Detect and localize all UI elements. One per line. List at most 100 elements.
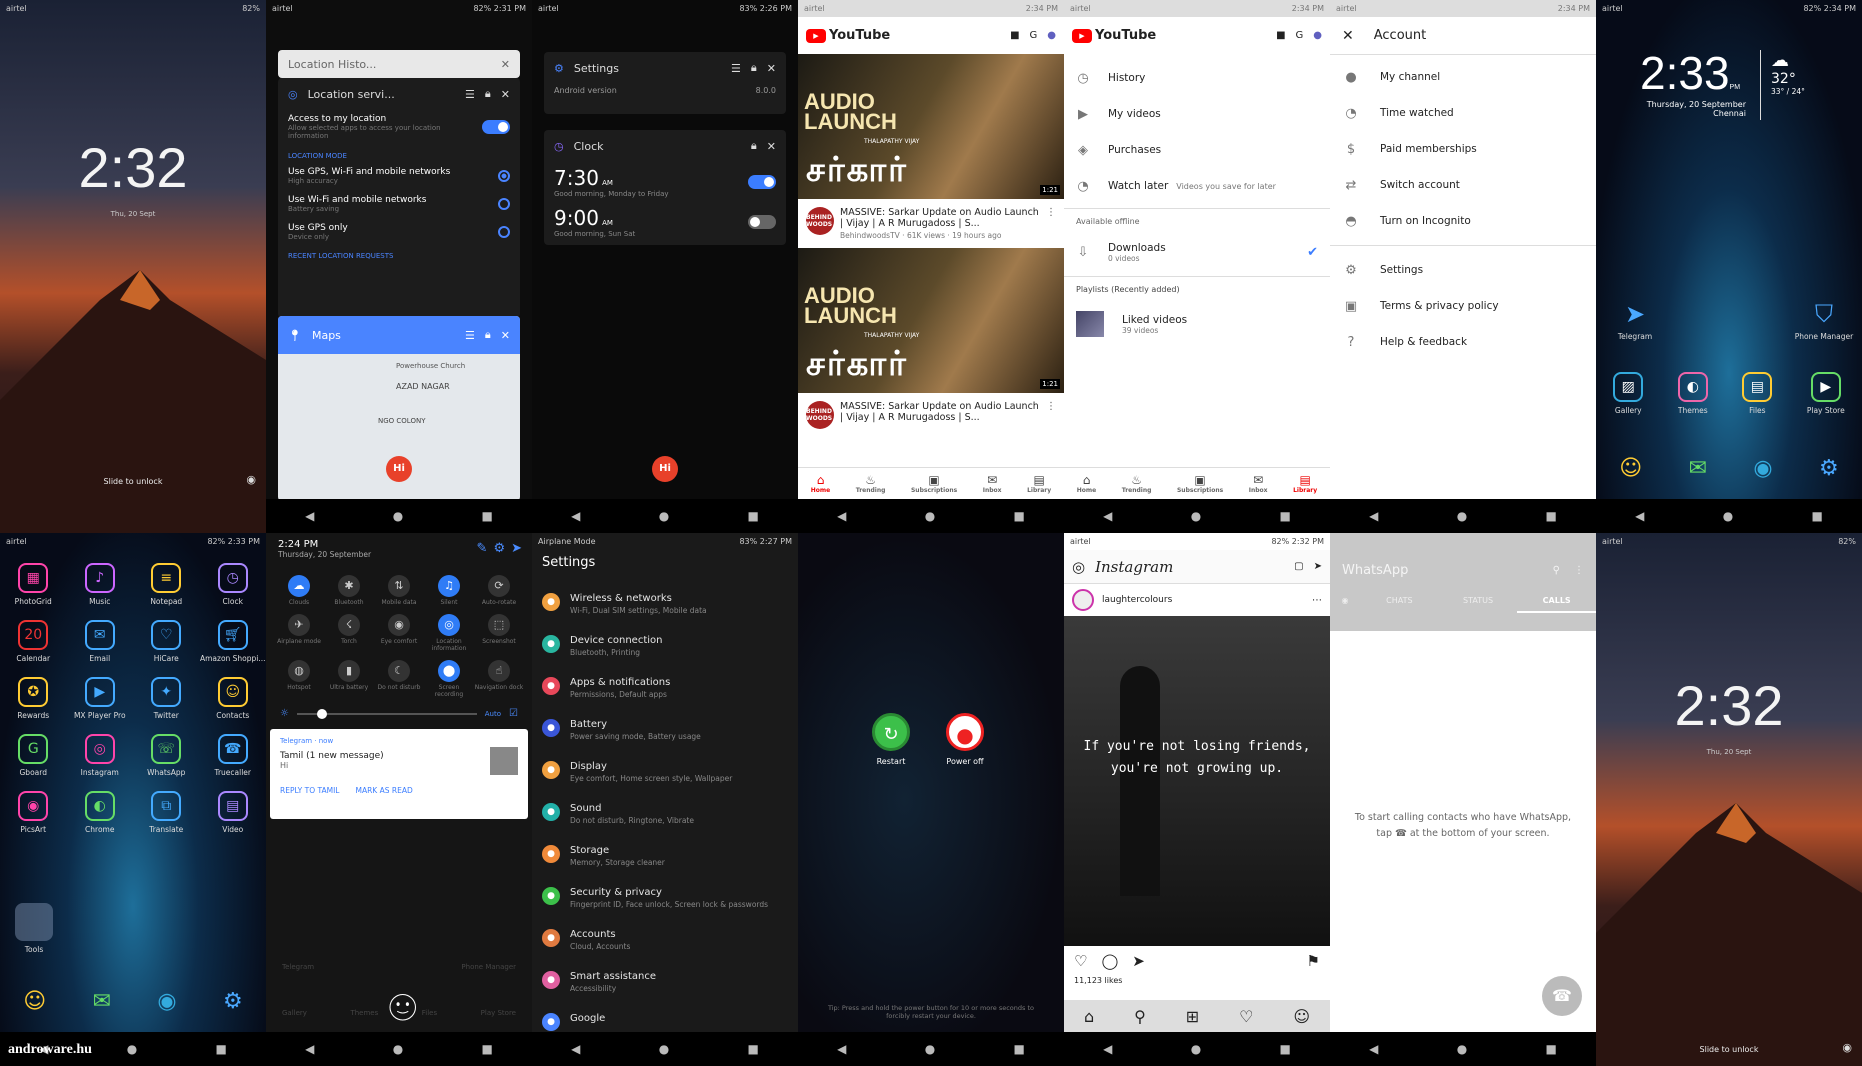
lib-liked[interactable]: Liked videos 39 videos bbox=[1064, 302, 1330, 346]
incognito[interactable]: ◓ Turn on Incognito bbox=[1330, 203, 1596, 239]
video-thumbnail-1[interactable]: AUDIO LAUNCH THALAPATHY VIJAY சர்கார் 1:21 bbox=[798, 54, 1064, 199]
mode-high[interactable]: Use GPS, Wi-Fi and mobile networks High a… bbox=[278, 162, 520, 190]
gear-icon[interactable]: ⚙ bbox=[493, 541, 505, 556]
tab-inbox[interactable]: ✉ Inbox bbox=[983, 473, 1002, 494]
mode-gps[interactable]: Use GPS only Device only bbox=[278, 218, 520, 246]
terms-item[interactable]: ▣ Terms & privacy policy bbox=[1330, 288, 1596, 324]
settings-item[interactable]: ● Device connection Bluetooth, Printing bbox=[532, 629, 798, 671]
tile-do-not-disturb[interactable]: ☾ Do not disturb bbox=[374, 660, 424, 698]
power-off-button[interactable]: ● Power off bbox=[946, 713, 984, 766]
video-row-1[interactable]: BEHIND WOODS MASSIVE: Sarkar Update on Au… bbox=[798, 199, 1064, 248]
google-icon[interactable]: G bbox=[1030, 30, 1038, 41]
tile-torch[interactable]: ☇ Torch bbox=[324, 614, 374, 652]
tile-auto-rotate[interactable]: ⟳ Auto-rotate bbox=[474, 575, 524, 606]
alarm-toggle-1[interactable] bbox=[748, 175, 776, 189]
app-email[interactable]: ✉ Email bbox=[67, 620, 134, 663]
tab-status[interactable]: STATUS bbox=[1439, 596, 1518, 613]
tile-bluetooth[interactable]: ✱ Bluetooth bbox=[324, 575, 374, 606]
tab-chats[interactable]: CHATS bbox=[1360, 596, 1439, 613]
home-icon[interactable]: ⌂ bbox=[1084, 1007, 1094, 1026]
slide-to-unlock[interactable]: Slide to unlock bbox=[0, 477, 266, 486]
tile-location-information[interactable]: ◎ Location information bbox=[424, 614, 474, 652]
settings-item[interactable]: ● Apps & notifications Permissions, Defaul… bbox=[532, 671, 798, 713]
app-whatsapp[interactable]: ☏ WhatsApp bbox=[133, 734, 200, 777]
app-themes[interactable]: ◐ Themes bbox=[1677, 372, 1708, 415]
share-icon[interactable]: ➤ bbox=[1132, 952, 1145, 970]
switch-account[interactable]: ⇄ Switch account bbox=[1330, 167, 1596, 203]
app-contacts[interactable]: ☺ Contacts bbox=[200, 677, 267, 720]
tile-mobile-data[interactable]: ⇅ Mobile data bbox=[374, 575, 424, 606]
tab-subscriptions[interactable]: ▣ Subscriptions bbox=[911, 473, 957, 494]
settings-item[interactable]: ⚙ Settings bbox=[1330, 252, 1596, 288]
mark-read-button[interactable]: MARK AS READ bbox=[355, 786, 412, 795]
video-row-2[interactable]: BEHIND WOODS MASSIVE: Sarkar Update on Au… bbox=[798, 393, 1064, 437]
tile-ultra-battery[interactable]: ▮ Ultra battery bbox=[324, 660, 374, 698]
camera-icon[interactable]: ◉ bbox=[1753, 456, 1772, 481]
camera-icon[interactable]: ◉ bbox=[246, 473, 256, 486]
reply-button[interactable]: REPLY TO TAMIL bbox=[280, 786, 339, 795]
app-telegram[interactable]: ➤ Telegram bbox=[1610, 300, 1660, 341]
app-photogrid[interactable]: ▦ PhotoGrid bbox=[0, 563, 67, 606]
lib-my-videos[interactable]: ▶ My videos bbox=[1064, 96, 1330, 132]
direct-icon[interactable]: ➤ bbox=[1314, 561, 1322, 572]
app-files[interactable]: ▤ Files bbox=[1742, 372, 1773, 415]
maps-card[interactable]: 📍︎ Maps ☰ 🔒︎ ✕ Powerhouse Church AZAD NAGAR … bbox=[278, 316, 520, 501]
telegram-notification[interactable]: Telegram · now Tamil (1 new message) Hi … bbox=[270, 729, 528, 819]
hicare-bubble[interactable]: Hi bbox=[652, 456, 678, 482]
app-hicare[interactable]: ♡ HiCare bbox=[133, 620, 200, 663]
tab-home[interactable]: ⌂ Home bbox=[811, 473, 830, 494]
restart-button[interactable]: ↻ Restart bbox=[872, 713, 910, 766]
app-clock[interactable]: ◷ Clock bbox=[200, 563, 267, 606]
messages-icon[interactable]: ✉ bbox=[1689, 456, 1707, 481]
app-gboard[interactable]: G Gboard bbox=[0, 734, 67, 777]
location-services-card[interactable]: ◎ Location servi... ☰ 🔒︎ ✕ Access to my loca… bbox=[278, 78, 520, 318]
camera-icon[interactable]: ◎ bbox=[1072, 558, 1085, 576]
heart-icon[interactable]: ♡ bbox=[1239, 1007, 1253, 1026]
app-mx-player-pro[interactable]: ▶ MX Player Pro bbox=[67, 677, 134, 720]
settings-icon[interactable]: ⚙ bbox=[1819, 456, 1839, 481]
my-channel[interactable]: ● My channel bbox=[1330, 59, 1596, 95]
location-toggle[interactable] bbox=[482, 120, 510, 134]
tile-screenshot[interactable]: ⬚ Screenshot bbox=[474, 614, 524, 652]
tile-screen-recording[interactable]: ⬤ Screen recording bbox=[424, 660, 474, 698]
app-music[interactable]: ♪ Music bbox=[67, 563, 134, 606]
app-phone-manager[interactable]: ⛉ Phone Manager bbox=[1794, 300, 1854, 341]
contacts-icon[interactable]: ☺ bbox=[1619, 456, 1642, 481]
menu-icon[interactable]: ⋮ bbox=[1574, 565, 1584, 576]
profile-icon[interactable]: ☺ bbox=[1293, 1007, 1310, 1026]
tab-trending[interactable]: ♨ Trending bbox=[856, 473, 886, 494]
tile-hotspot[interactable]: ◍ Hotspot bbox=[274, 660, 324, 698]
settings-card[interactable]: ⚙ Settings ☰ 🔒︎ ✕ Android version 8.0.0 bbox=[544, 52, 786, 114]
app-truecaller[interactable]: ☎ Truecaller bbox=[200, 734, 267, 777]
settings-item[interactable]: ● Smart assistance Accessibility bbox=[532, 965, 798, 1007]
mode-battery[interactable]: Use Wi-Fi and mobile networks Battery sav… bbox=[278, 190, 520, 218]
camera-icon[interactable]: ■ bbox=[1010, 30, 1019, 41]
tile-navigation-dock[interactable]: ☝ Navigation dock bbox=[474, 660, 524, 698]
location-history-card[interactable]: Location Histo... ✕ bbox=[278, 50, 520, 78]
tools-folder[interactable]: Tools bbox=[14, 903, 54, 954]
add-icon[interactable]: ⊞ bbox=[1186, 1007, 1199, 1026]
settings-item[interactable]: ● Security & privacy Fingerprint ID, Face … bbox=[532, 881, 798, 923]
settings-item[interactable]: ● Battery Power saving mode, Battery usage bbox=[532, 713, 798, 755]
settings-item[interactable]: ● Sound Do not disturb, Ringtone, Vibrate bbox=[532, 797, 798, 839]
lib-history[interactable]: ◷ History bbox=[1064, 60, 1330, 96]
telegram-icon[interactable]: ➤ bbox=[511, 541, 522, 556]
tile-clouds[interactable]: ☁ Clouds bbox=[274, 575, 324, 606]
tile-airplane-mode[interactable]: ✈ Airplane mode bbox=[274, 614, 324, 652]
app-twitter[interactable]: ✦ Twitter bbox=[133, 677, 200, 720]
slide-to-unlock[interactable]: Slide to unlock bbox=[1596, 1045, 1862, 1054]
close-icon[interactable]: ✕ bbox=[1342, 28, 1354, 44]
lib-downloads[interactable]: ⇩ Downloads 0 videos ✔ bbox=[1064, 234, 1330, 270]
paid-memberships[interactable]: $ Paid memberships bbox=[1330, 131, 1596, 167]
new-call-button[interactable]: ☎ bbox=[1542, 976, 1582, 1016]
settings-item[interactable]: ● Wireless & networks Wi-Fi, Dual SIM sett… bbox=[532, 587, 798, 629]
brightness-slider[interactable] bbox=[296, 708, 477, 719]
app-amazon-shoppi-[interactable]: 🛒︎ Amazon Shoppi... bbox=[200, 620, 267, 663]
lib-watch-later[interactable]: ◔ Watch later Videos you save for later bbox=[1064, 168, 1330, 204]
search-icon[interactable]: ⚲ bbox=[1134, 1007, 1146, 1026]
time-watched[interactable]: ◔ Time watched bbox=[1330, 95, 1596, 131]
tile-silent[interactable]: ♫ Silent bbox=[424, 575, 474, 606]
app-rewards[interactable]: ✪ Rewards bbox=[0, 677, 67, 720]
video-thumbnail-2[interactable]: AUDIO LAUNCH THALAPATHY VIJAY சர்கார் 1:21 bbox=[798, 248, 1064, 393]
alarm-toggle-2[interactable] bbox=[748, 215, 776, 229]
